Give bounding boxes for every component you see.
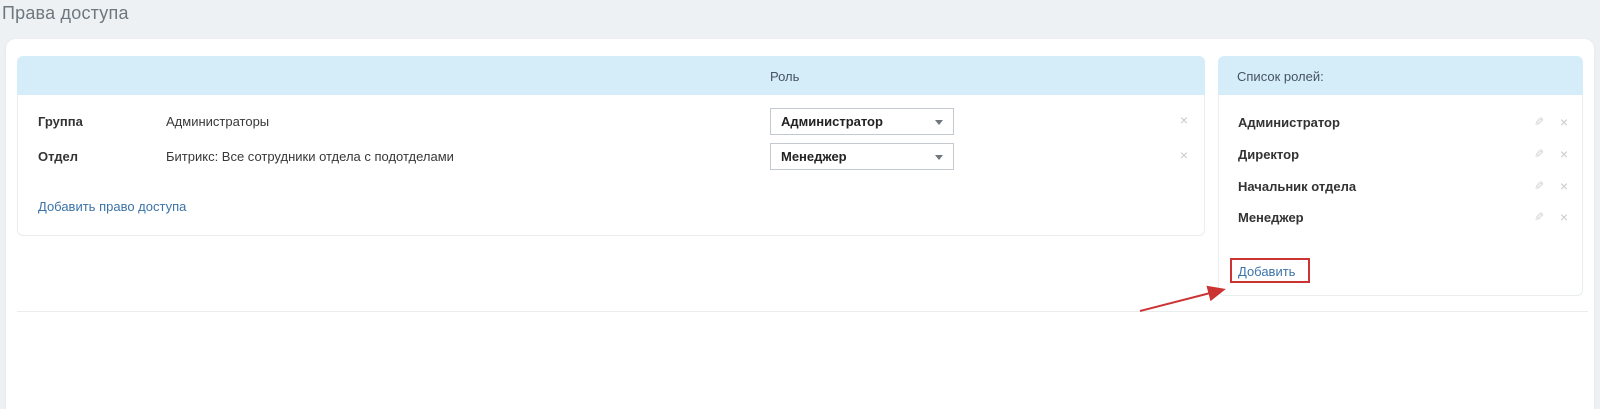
edit-role-icon[interactable]: ✎ bbox=[1534, 115, 1544, 129]
page-title: Права доступа bbox=[2, 3, 129, 24]
role-select[interactable]: Администратор bbox=[770, 108, 954, 135]
add-role-link[interactable]: Добавить bbox=[1238, 264, 1295, 279]
access-table-body: Группа Администраторы Администратор × От… bbox=[17, 95, 1205, 236]
access-table-panel: Роль Группа Администраторы Администратор… bbox=[17, 56, 1205, 236]
delete-role-icon[interactable]: × bbox=[1560, 147, 1568, 161]
row-type-label: Группа bbox=[38, 114, 83, 129]
roles-list-body: Администратор ✎ × Директор ✎ × Начальник… bbox=[1218, 95, 1583, 296]
delete-role-icon[interactable]: × bbox=[1560, 210, 1568, 224]
row-type-label: Отдел bbox=[38, 149, 78, 164]
delete-role-icon[interactable]: × bbox=[1560, 115, 1568, 129]
edit-role-icon[interactable]: ✎ bbox=[1534, 147, 1544, 161]
edit-role-icon[interactable]: ✎ bbox=[1534, 179, 1544, 193]
role-select[interactable]: Менеджер bbox=[770, 143, 954, 170]
access-rights-card: Роль Группа Администраторы Администратор… bbox=[6, 39, 1594, 409]
remove-access-row-icon[interactable]: × bbox=[1180, 113, 1188, 127]
chevron-down-icon bbox=[935, 120, 943, 125]
role-list-item: Начальник отдела bbox=[1238, 179, 1356, 194]
role-list-item: Администратор bbox=[1238, 115, 1340, 130]
role-select-value: Администратор bbox=[781, 114, 883, 129]
chevron-down-icon bbox=[935, 155, 943, 160]
section-divider bbox=[17, 311, 1588, 312]
roles-list-title: Список ролей: bbox=[1237, 69, 1324, 84]
roles-list-panel: Список ролей: Администратор ✎ × Директор… bbox=[1218, 56, 1583, 296]
edit-role-icon[interactable]: ✎ bbox=[1534, 210, 1544, 224]
remove-access-row-icon[interactable]: × bbox=[1180, 148, 1188, 162]
access-table-header: Роль bbox=[17, 56, 1205, 95]
role-column-header: Роль bbox=[770, 69, 799, 84]
add-access-right-link[interactable]: Добавить право доступа bbox=[38, 199, 186, 214]
delete-role-icon[interactable]: × bbox=[1560, 179, 1568, 193]
roles-list-header: Список ролей: bbox=[1218, 56, 1583, 95]
role-select-value: Менеджер bbox=[781, 149, 847, 164]
role-list-item: Менеджер bbox=[1238, 210, 1304, 225]
row-subject-name: Администраторы bbox=[166, 114, 269, 129]
row-subject-name: Битрикс: Все сотрудники отдела с подотде… bbox=[166, 149, 454, 164]
role-list-item: Директор bbox=[1238, 147, 1299, 162]
